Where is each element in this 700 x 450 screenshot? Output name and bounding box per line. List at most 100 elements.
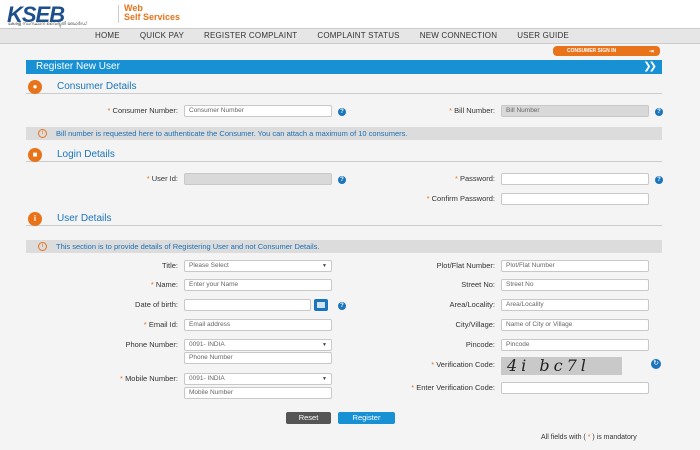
name-label: * Name:	[60, 279, 178, 291]
consumer-info-text: Bill number is requested here to authent…	[56, 129, 408, 138]
confirm-password-input[interactable]	[501, 193, 649, 205]
email-label: * Email Id:	[60, 319, 178, 331]
self-services-label: Self Services	[124, 12, 181, 22]
bill-number-label: * Bill Number:	[390, 105, 495, 117]
city-label: City/Village:	[455, 320, 495, 329]
title-select[interactable]: Please Select ▼	[184, 260, 332, 272]
chevron-down-icon: ▼	[322, 342, 327, 348]
consumer-number-label-text: Consumer Number:	[112, 106, 178, 115]
nav-home[interactable]: HOME	[85, 29, 130, 43]
logo-divider	[118, 5, 119, 23]
sign-in-icon: ⇥	[648, 49, 654, 55]
footnote-suffix: ) is mandatory	[592, 434, 637, 441]
phone-input[interactable]: Phone Number	[184, 352, 332, 364]
help-icon[interactable]: ?	[655, 176, 663, 184]
email-label-text: Email Id:	[148, 320, 178, 329]
mobile-label: * Mobile Number:	[60, 373, 178, 385]
title-label: Title:	[162, 261, 178, 270]
bill-number-label-text: Bill Number:	[454, 106, 495, 115]
user-id-label: * User Id:	[60, 173, 178, 185]
mobile-input[interactable]: Mobile Number	[184, 387, 332, 399]
password-input[interactable]	[501, 173, 649, 185]
email-input[interactable]: Email address	[184, 319, 332, 331]
password-label-text: Password:	[459, 174, 495, 183]
area-label: Area/Locality:	[449, 300, 495, 309]
bill-number-input[interactable]: Bill Number	[501, 105, 649, 117]
pincode-label: Pincode:	[465, 340, 495, 349]
mobile-code-value: 0091- INDIA	[189, 375, 225, 382]
nav-register-complaint[interactable]: REGISTER COMPLAINT	[194, 29, 307, 43]
street-label: Street No:	[461, 280, 495, 289]
title-select-value: Please Select	[189, 262, 229, 269]
chevron-down-icon: ▼	[322, 376, 327, 382]
nav-complaint-status[interactable]: COMPLAINT STATUS	[307, 29, 409, 43]
mobile-code-select[interactable]: 0091- INDIA ▼	[184, 373, 332, 385]
dob-input[interactable]	[184, 299, 311, 311]
info-circle-icon: i	[28, 212, 42, 226]
help-icon[interactable]: ?	[338, 302, 346, 310]
info-icon: i	[38, 129, 47, 138]
help-icon[interactable]: ?	[338, 108, 346, 116]
confirm-password-label: * Confirm Password:	[390, 193, 495, 205]
verification-code-input[interactable]	[501, 382, 649, 394]
consumer-number-label: * Consumer Number:	[60, 105, 178, 117]
help-icon[interactable]: ?	[655, 108, 663, 116]
name-label-text: Name:	[155, 280, 178, 289]
reset-button[interactable]: Reset	[286, 412, 331, 424]
phone-code-select[interactable]: 0091- INDIA ▼	[184, 339, 332, 351]
confirm-password-label-text: Confirm Password:	[431, 194, 495, 203]
verification-label: * Verification Code:	[390, 359, 495, 371]
main-nav: HOME QUICK PAY REGISTER COMPLAINT COMPLA…	[0, 28, 700, 44]
consumer-sign-in-label: CONSUMER SIGN IN	[567, 48, 617, 54]
logo-subtitle: കേരള സംസ്ഥാന വൈദ്യുതി ബോർഡ്	[8, 21, 87, 26]
web-self-services-title: Web Self Services	[124, 4, 180, 22]
mandatory-footnote: All fields with ( * ) is mandatory	[541, 434, 637, 441]
header: KSEB കേരള സംസ്ഥാന വൈദ്യുതി ബോർഡ് Web Sel…	[0, 0, 700, 28]
login-details-title: Login Details	[57, 149, 115, 160]
mobile-label-text: Mobile Number:	[125, 374, 178, 383]
consumer-details-header: ● Consumer Details	[26, 80, 662, 94]
chevron-down-icon: ▼	[322, 263, 327, 269]
calendar-icon[interactable]	[314, 299, 328, 311]
lock-icon: ■	[28, 148, 42, 162]
page-title: Register New User	[36, 61, 120, 72]
user-id-input[interactable]	[184, 173, 332, 185]
consumer-sign-in-button[interactable]: CONSUMER SIGN IN ⇥	[553, 46, 660, 56]
nav-quick-pay[interactable]: QUICK PAY	[130, 29, 194, 43]
enter-verification-label: * Enter Verification Code:	[380, 382, 495, 394]
verification-label-text: Verification Code:	[436, 360, 495, 369]
plot-label: Plot/Flat Number:	[436, 261, 495, 270]
footnote-prefix: All fields with (	[541, 434, 586, 441]
nav-user-guide[interactable]: USER GUIDE	[507, 29, 579, 43]
user-details-title: User Details	[57, 213, 112, 224]
user-details-header: i User Details	[26, 212, 662, 226]
phone-code-value: 0091- INDIA	[189, 341, 225, 348]
register-button[interactable]: Register	[338, 412, 395, 424]
captcha-image: 4i bc7l	[501, 357, 622, 375]
page-title-bar: Register New User ❯❯	[26, 60, 662, 74]
footnote-star: *	[587, 434, 591, 441]
enter-verification-label-text: Enter Verification Code:	[416, 383, 495, 392]
info-icon: i	[38, 242, 47, 251]
consumer-info-bar: i Bill number is requested here to authe…	[26, 127, 662, 140]
password-label: * Password:	[390, 173, 495, 185]
help-icon[interactable]: ?	[338, 176, 346, 184]
nav-new-connection[interactable]: NEW CONNECTION	[410, 29, 507, 43]
pincode-input[interactable]: Pincode	[501, 339, 649, 351]
street-input[interactable]: Street No	[501, 279, 649, 291]
dob-label: Date of birth:	[135, 300, 178, 309]
plot-input[interactable]: Plot/Flat Number	[501, 260, 649, 272]
name-input[interactable]: Enter your Name	[184, 279, 332, 291]
user-info-bar: i This section is to provide details of …	[26, 240, 662, 253]
area-input[interactable]: Area/Locality	[501, 299, 649, 311]
consumer-number-input[interactable]: Consumer Number	[184, 105, 332, 117]
double-chevron-icon: ❯❯	[643, 61, 657, 72]
consumer-details-title: Consumer Details	[57, 81, 137, 92]
user-id-label-text: User Id:	[151, 174, 178, 183]
phone-label: Phone Number:	[125, 340, 178, 349]
refresh-icon[interactable]: ↻	[651, 359, 661, 369]
login-details-header: ■ Login Details	[26, 148, 662, 162]
user-info-text: This section is to provide details of Re…	[56, 242, 320, 251]
user-icon: ●	[28, 80, 42, 94]
city-input[interactable]: Name of City or Village	[501, 319, 649, 331]
